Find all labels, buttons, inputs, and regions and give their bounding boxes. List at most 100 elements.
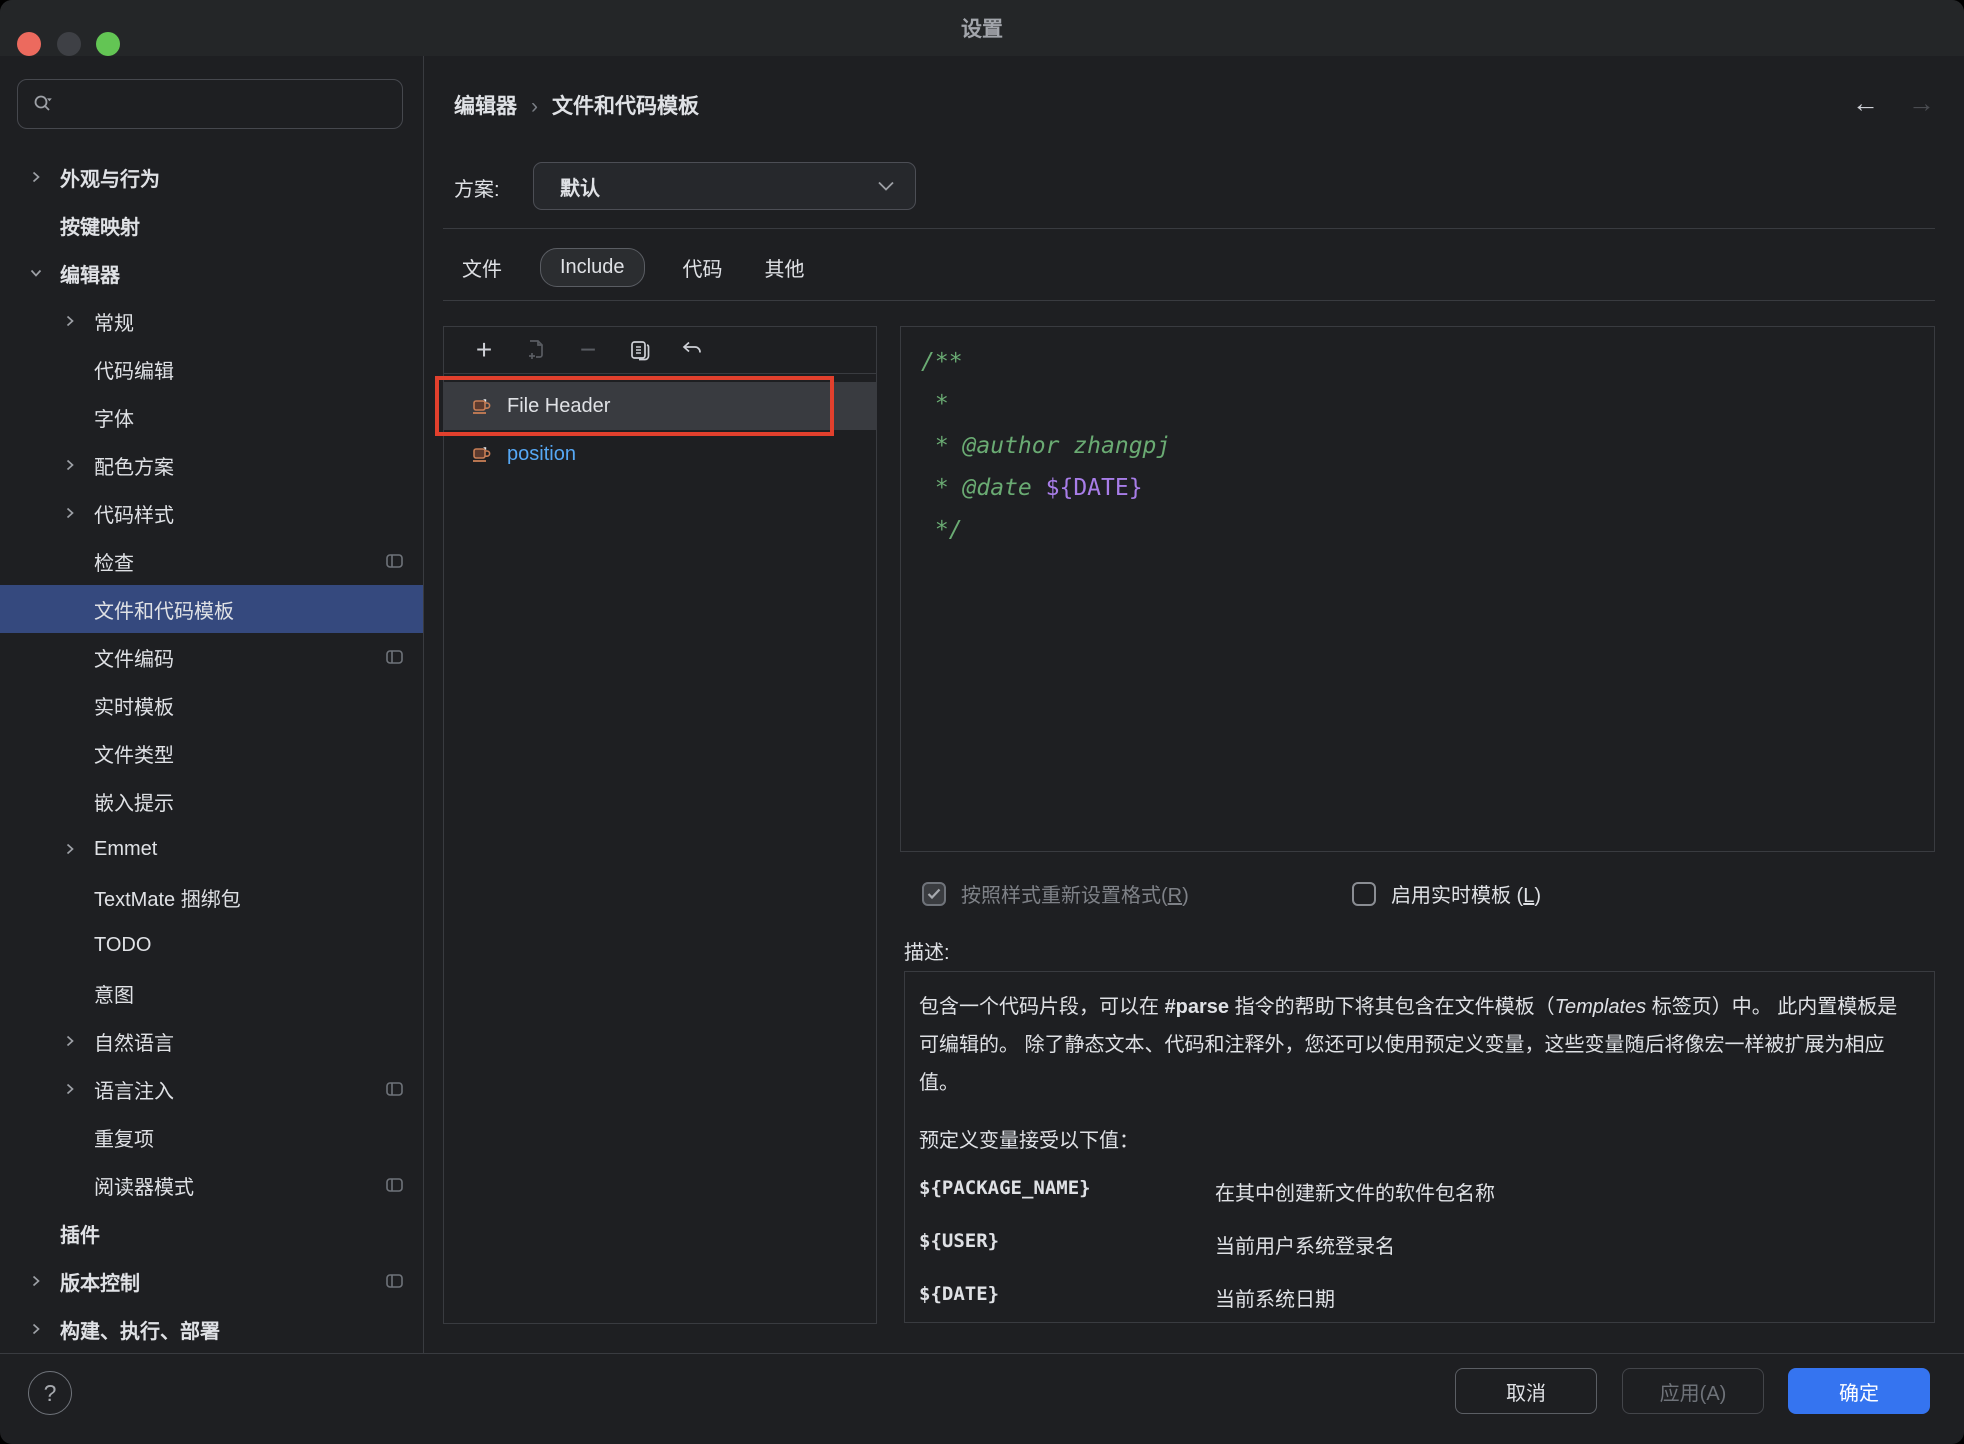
sidebar-item-duplicates[interactable]: 重复项 bbox=[0, 1113, 423, 1161]
sidebar-item-color-scheme[interactable]: 配色方案 bbox=[0, 441, 423, 489]
tab-include[interactable]: Include bbox=[540, 248, 645, 287]
sidebar-item-build-execution-deployment[interactable]: 构建、执行、部署 bbox=[0, 1305, 423, 1353]
sidebar-item-language-injections[interactable]: 语言注入 bbox=[0, 1065, 423, 1113]
live-template-label: 启用实时模板 (L) bbox=[1391, 879, 1541, 908]
reformat-label: 按照样式重新设置格式(R) bbox=[961, 879, 1189, 908]
variable-description: 当前用户系统登录名 bbox=[1215, 1230, 1395, 1259]
breadcrumb-editor[interactable]: 编辑器 bbox=[454, 95, 517, 118]
chevron-right-icon[interactable] bbox=[64, 505, 94, 521]
sidebar-item-plugins[interactable]: 插件 bbox=[0, 1209, 423, 1257]
sidebar-item-emmet[interactable]: Emmet bbox=[0, 825, 423, 873]
sidebar-item-inlay-hints[interactable]: 嵌入提示 bbox=[0, 777, 423, 825]
chevron-right-icon[interactable] bbox=[64, 313, 94, 329]
apply-button[interactable]: 应用(A) bbox=[1622, 1368, 1764, 1414]
code-line: * bbox=[921, 383, 1934, 425]
code-line: * @author zhangpj bbox=[921, 425, 1934, 467]
sidebar-item-textmate-bundles[interactable]: TextMate 捆绑包 bbox=[0, 873, 423, 921]
template-list-panel: + − File Header posi bbox=[443, 326, 877, 1324]
divider bbox=[443, 300, 1935, 301]
cancel-button[interactable]: 取消 bbox=[1455, 1368, 1597, 1414]
variable-row: ${USER} 当前用户系统登录名 bbox=[919, 1230, 1920, 1259]
sidebar-item-code-style[interactable]: 代码样式 bbox=[0, 489, 423, 537]
sidebar-divider bbox=[423, 56, 424, 1353]
template-tabs: 文件 Include 代码 其他 bbox=[458, 246, 809, 289]
sidebar-item-general[interactable]: 常规 bbox=[0, 297, 423, 345]
ok-button[interactable]: 确定 bbox=[1788, 1368, 1930, 1414]
variable-description: 在其中创建新文件的软件包名称 bbox=[1215, 1177, 1495, 1206]
description-label: 描述: bbox=[904, 936, 950, 965]
chevron-right-icon[interactable] bbox=[64, 841, 94, 857]
forward-arrow-icon[interactable]: → bbox=[1908, 88, 1935, 118]
tab-other[interactable]: 其他 bbox=[761, 246, 809, 289]
sidebar-item-keymap[interactable]: 按键映射 bbox=[0, 201, 423, 249]
template-variable: ${DATE} bbox=[1046, 475, 1143, 501]
question-mark-icon: ? bbox=[44, 1380, 57, 1407]
copy-template-button[interactable] bbox=[614, 330, 666, 370]
live-template-checkbox[interactable] bbox=[1352, 882, 1376, 906]
tab-code[interactable]: 代码 bbox=[679, 246, 727, 289]
variable-name: ${DATE} bbox=[919, 1283, 1215, 1312]
breadcrumb: 编辑器 › 文件和代码模板 bbox=[454, 90, 699, 120]
sidebar-item-intentions[interactable]: 意图 bbox=[0, 969, 423, 1017]
shared-settings-icon bbox=[386, 1274, 403, 1288]
footer-divider bbox=[0, 1353, 1964, 1354]
chevron-down-icon[interactable] bbox=[30, 265, 60, 281]
sidebar-item-appearance-behavior[interactable]: 外观与行为 bbox=[0, 153, 423, 201]
code-line: * @date ${DATE} bbox=[921, 467, 1934, 509]
sidebar-item-todo[interactable]: TODO bbox=[0, 921, 423, 969]
sidebar-item-editor[interactable]: 编辑器 bbox=[0, 249, 423, 297]
scheme-dropdown[interactable]: 默认 bbox=[533, 162, 916, 210]
reformat-checkbox[interactable] bbox=[922, 882, 946, 906]
code-line: /** bbox=[921, 341, 1934, 383]
chevron-right-icon[interactable] bbox=[64, 1033, 94, 1049]
chevron-right-icon[interactable] bbox=[30, 1321, 60, 1337]
search-input[interactable] bbox=[17, 79, 403, 129]
template-item-label: position bbox=[507, 443, 576, 466]
chevron-right-icon[interactable] bbox=[30, 169, 60, 185]
chevron-right-icon[interactable] bbox=[30, 1273, 60, 1289]
shared-settings-icon bbox=[386, 650, 403, 664]
template-item-position[interactable]: position bbox=[444, 430, 876, 478]
variables-intro: 预定义变量接受以下值： bbox=[919, 1124, 1920, 1153]
variable-name: ${USER} bbox=[919, 1230, 1215, 1259]
page-title: 文件和代码模板 bbox=[552, 95, 699, 118]
list-toolbar: + − bbox=[444, 327, 876, 374]
window-title: 设置 bbox=[0, 0, 1964, 56]
add-template-button[interactable]: + bbox=[458, 330, 510, 370]
tab-files[interactable]: 文件 bbox=[458, 246, 506, 289]
chevron-right-icon[interactable] bbox=[64, 1081, 94, 1097]
title-bar: 设置 bbox=[0, 0, 1964, 56]
annotation-rectangle bbox=[435, 376, 834, 436]
chevron-down-icon bbox=[877, 180, 895, 192]
sidebar-item-code-editing[interactable]: 代码编辑 bbox=[0, 345, 423, 393]
sidebar-item-file-types[interactable]: 文件类型 bbox=[0, 729, 423, 777]
sidebar-item-file-and-code-templates[interactable]: 文件和代码模板 bbox=[0, 585, 423, 633]
live-template-option: 启用实时模板 (L) bbox=[1352, 879, 1541, 908]
description-text: 包含一个代码片段，可以在 #parse 指令的帮助下将其包含在文件模板（Temp… bbox=[919, 988, 1914, 1102]
help-button[interactable]: ? bbox=[28, 1371, 72, 1415]
template-editor[interactable]: /** * * @author zhangpj * @date ${DATE} … bbox=[900, 326, 1935, 852]
sidebar-item-font[interactable]: 字体 bbox=[0, 393, 423, 441]
shared-settings-icon bbox=[386, 1082, 403, 1096]
sidebar-item-inspections[interactable]: 检查 bbox=[0, 537, 423, 585]
sidebar-item-natural-languages[interactable]: 自然语言 bbox=[0, 1017, 423, 1065]
sidebar-item-file-encodings[interactable]: 文件编码 bbox=[0, 633, 423, 681]
template-cup-icon bbox=[470, 443, 493, 466]
sidebar-item-live-templates[interactable]: 实时模板 bbox=[0, 681, 423, 729]
duplicate-template-button[interactable] bbox=[510, 330, 562, 370]
scheme-value: 默认 bbox=[560, 172, 600, 201]
code-line: */ bbox=[921, 509, 1934, 551]
reset-template-button[interactable] bbox=[666, 330, 718, 370]
sidebar-item-reader-mode[interactable]: 阅读器模式 bbox=[0, 1161, 423, 1209]
remove-template-button[interactable]: − bbox=[562, 330, 614, 370]
shared-settings-icon bbox=[386, 1178, 403, 1192]
variable-name: ${PACKAGE_NAME} bbox=[919, 1177, 1215, 1206]
settings-dialog: 设置 外观与行为 按键映射 编辑器 常规 代码编辑 字体 配色方案 代码样式 检… bbox=[0, 0, 1964, 1444]
back-arrow-icon[interactable]: ← bbox=[1852, 88, 1879, 118]
variable-row: ${PACKAGE_NAME} 在其中创建新文件的软件包名称 bbox=[919, 1177, 1920, 1206]
sidebar-item-version-control[interactable]: 版本控制 bbox=[0, 1257, 423, 1305]
breadcrumb-separator: › bbox=[531, 95, 538, 118]
chevron-right-icon[interactable] bbox=[64, 457, 94, 473]
divider bbox=[443, 228, 1935, 229]
check-icon bbox=[927, 888, 941, 900]
